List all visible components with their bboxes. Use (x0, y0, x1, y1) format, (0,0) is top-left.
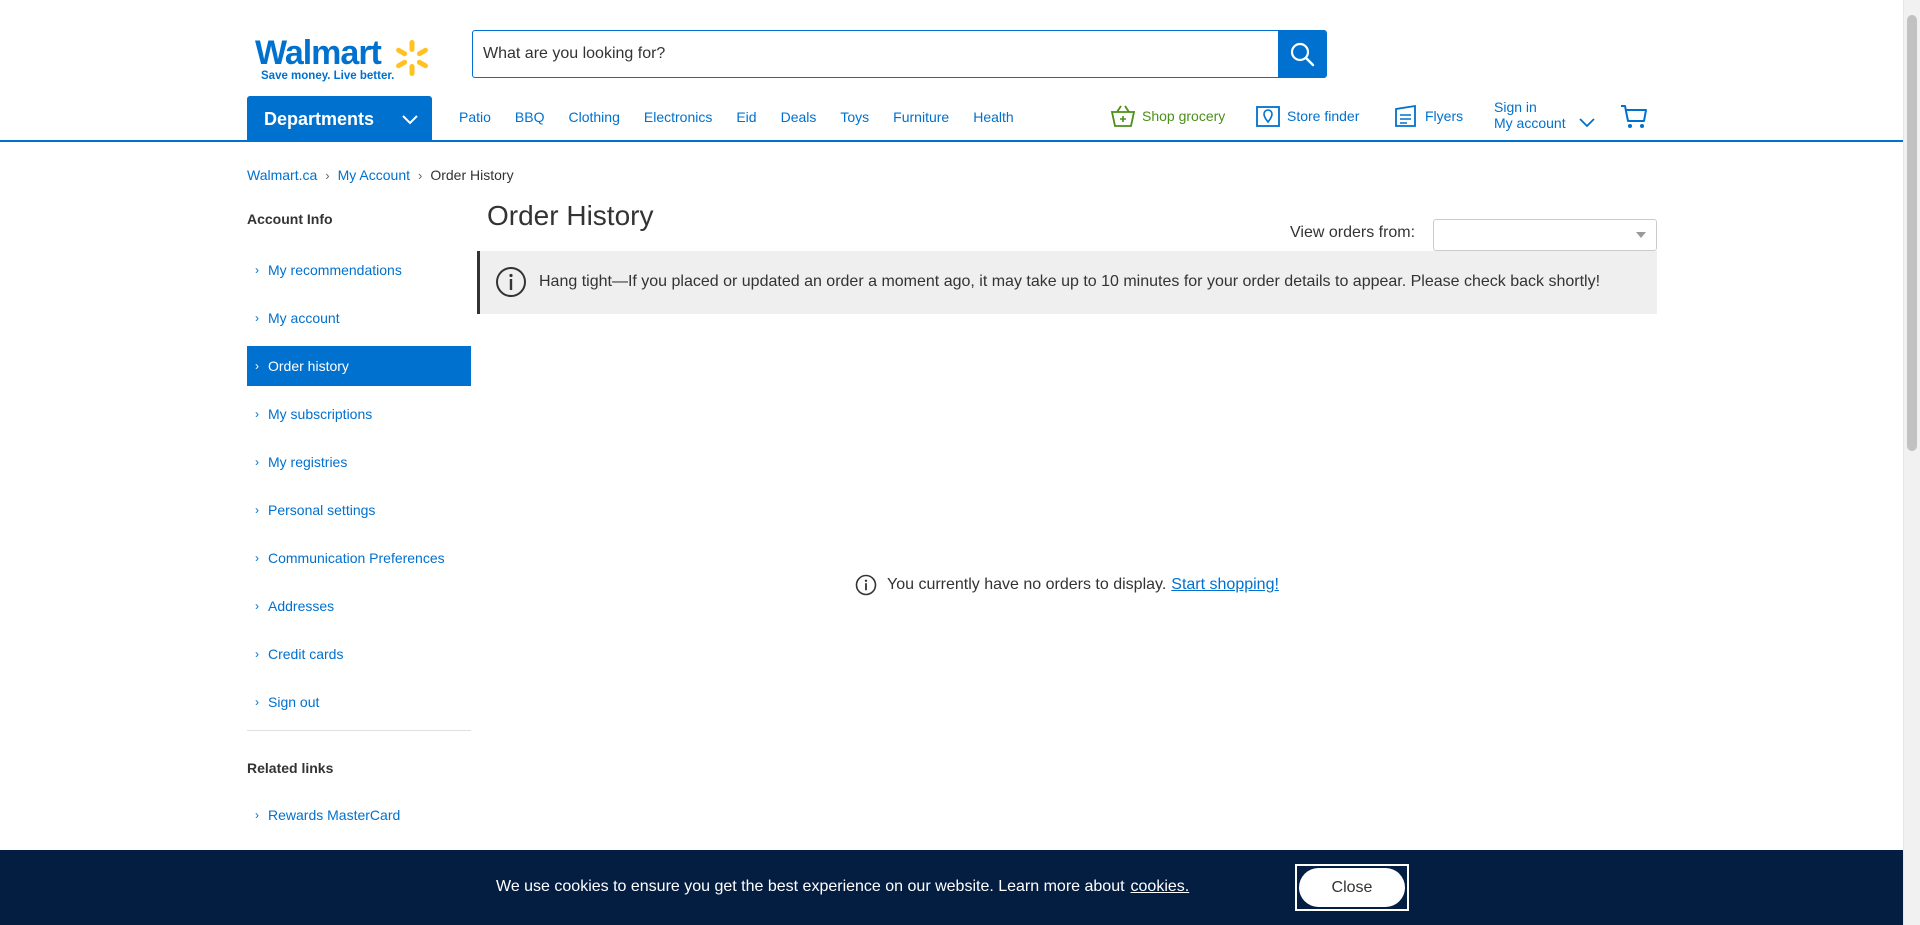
chevron-down-icon (1579, 118, 1595, 128)
breadcrumb-separator: › (418, 167, 423, 183)
site-header: Walmart Save money. Live better. Departm… (0, 0, 1903, 142)
store-finder-label: Store finder (1287, 108, 1360, 124)
breadcrumb-current: Order History (430, 167, 514, 183)
sidebar-item-sign-out[interactable]: › Sign out (247, 682, 471, 722)
flyers-link[interactable]: Flyers (1393, 104, 1463, 128)
cart-button[interactable] (1620, 104, 1648, 135)
nav-link-health[interactable]: Health (973, 109, 1013, 125)
logo-wordmark: Walmart (255, 34, 382, 72)
sidebar-item-order-history[interactable]: › Order history (247, 346, 471, 386)
nav-link-toys[interactable]: Toys (840, 109, 869, 125)
info-icon (496, 267, 526, 297)
cookie-close-label: Close (1299, 868, 1405, 907)
nav-link-eid[interactable]: Eid (736, 109, 756, 125)
sidebar-item-label: My account (268, 310, 340, 326)
sidebar-item-rewards-mastercard[interactable]: › Rewards MasterCard (247, 795, 471, 835)
scrollbar-thumb[interactable] (1907, 15, 1917, 451)
chevron-right-icon: › (255, 808, 259, 822)
chevron-right-icon: › (255, 359, 259, 373)
sidebar-item-label: Addresses (268, 598, 335, 614)
view-orders-select[interactable] (1433, 219, 1657, 251)
breadcrumb-my-account[interactable]: My Account (338, 167, 410, 183)
chevron-right-icon: › (255, 311, 259, 325)
search-input[interactable] (473, 31, 1279, 77)
page-title: Order History (487, 200, 654, 231)
sidebar-item-credit-cards[interactable]: › Credit cards (247, 634, 471, 674)
shop-grocery-link[interactable]: Shop grocery (1110, 104, 1225, 128)
cookies-link[interactable]: cookies. (1131, 878, 1190, 895)
search-icon (1290, 42, 1315, 67)
sidebar-item-my-account[interactable]: › My account (247, 298, 471, 338)
cookie-text: We use cookies to ensure you get the bes… (496, 878, 1125, 895)
chevron-right-icon: › (255, 263, 259, 277)
sidebar-item-label: My recommendations (268, 262, 402, 278)
nav-link-patio[interactable]: Patio (459, 109, 491, 125)
sign-in-label: Sign in (1494, 99, 1537, 115)
spark-icon (396, 40, 428, 76)
view-orders-label: View orders from: (1290, 224, 1416, 241)
my-account-label: My account (1494, 115, 1566, 131)
flyer-icon (1395, 104, 1416, 127)
breadcrumb: Walmart.ca › My Account › Order History (247, 167, 514, 183)
nav-link-electronics[interactable]: Electronics (644, 109, 712, 125)
basket-icon (1110, 105, 1136, 127)
store-finder-link[interactable]: Store finder (1255, 104, 1359, 128)
sidebar-divider (247, 730, 471, 731)
nav-link-clothing[interactable]: Clothing (569, 109, 620, 125)
shop-grocery-label: Shop grocery (1142, 108, 1226, 124)
chevron-right-icon: › (255, 503, 259, 517)
chevron-right-icon: › (255, 695, 259, 709)
cookie-banner: We use cookies to ensure you get the bes… (0, 850, 1903, 925)
flyers-label: Flyers (1425, 108, 1464, 124)
cookie-close-button[interactable]: Close (1295, 864, 1409, 911)
start-shopping-link[interactable]: Start shopping! (1171, 576, 1279, 594)
account-sidebar: Account Info › My recommendations › My acc… (247, 200, 471, 843)
map-pin-icon (1256, 106, 1280, 127)
notice-text: Hang tight—If you placed or updated an o… (539, 273, 1601, 290)
logo-tagline: Save money. Live better. (261, 70, 395, 82)
departments-button[interactable]: Departments (247, 96, 432, 141)
nav-link-bbq[interactable]: BBQ (515, 109, 545, 125)
sidebar-item-label: Order history (268, 358, 349, 374)
sidebar-item-label: Communication Preferences (268, 550, 445, 566)
chevron-right-icon: › (255, 647, 259, 661)
breadcrumb-walmart[interactable]: Walmart.ca (247, 167, 317, 183)
sidebar-item-label: Sign out (268, 694, 320, 710)
sidebar-item-my-recommendations[interactable]: › My recommendations (247, 250, 471, 290)
departments-label: Departments (264, 109, 375, 129)
nav-link-deals[interactable]: Deals (781, 109, 817, 125)
category-nav: Patio BBQ Clothing Electronics Eid Deals… (459, 109, 1038, 125)
sidebar-item-label: My registries (268, 454, 348, 470)
page-scrollbar[interactable] (1903, 0, 1920, 925)
sidebar-item-addresses[interactable]: › Addresses (247, 586, 471, 626)
search-bar (472, 30, 1327, 78)
sidebar-item-my-registries[interactable]: › My registries (247, 442, 471, 482)
chevron-right-icon: › (255, 551, 259, 565)
chevron-down-icon (402, 115, 418, 125)
sidebar-item-label: Credit cards (268, 646, 344, 662)
chevron-right-icon: › (255, 407, 259, 421)
sidebar-item-label: Personal settings (268, 502, 376, 518)
breadcrumb-separator: › (325, 167, 330, 183)
sidebar-item-label: My subscriptions (268, 406, 373, 422)
info-icon (855, 574, 877, 596)
empty-orders-text: You currently have no orders to display. (887, 576, 1167, 593)
search-button[interactable] (1278, 30, 1326, 78)
related-links-heading: Related links (247, 760, 334, 776)
empty-orders-message: You currently have no orders to display.… (855, 574, 1279, 596)
chevron-right-icon: › (255, 455, 259, 469)
account-info-heading: Account Info (247, 211, 333, 227)
walmart-logo[interactable]: Walmart Save money. Live better. (255, 34, 435, 84)
caret-down-icon (1636, 232, 1646, 238)
chevron-right-icon: › (255, 599, 259, 613)
nav-link-furniture[interactable]: Furniture (893, 109, 949, 125)
processing-notice: Hang tight—If you placed or updated an o… (477, 251, 1657, 314)
sidebar-item-my-subscriptions[interactable]: › My subscriptions (247, 394, 471, 434)
sidebar-item-personal-settings[interactable]: › Personal settings (247, 490, 471, 530)
cookie-message: We use cookies to ensure you get the bes… (496, 878, 1189, 896)
sidebar-item-communication-preferences[interactable]: › Communication Preferences (247, 538, 471, 578)
account-menu[interactable]: Sign in My account (1494, 99, 1595, 131)
cart-icon (1621, 105, 1647, 128)
sidebar-item-label: Rewards MasterCard (268, 807, 401, 823)
